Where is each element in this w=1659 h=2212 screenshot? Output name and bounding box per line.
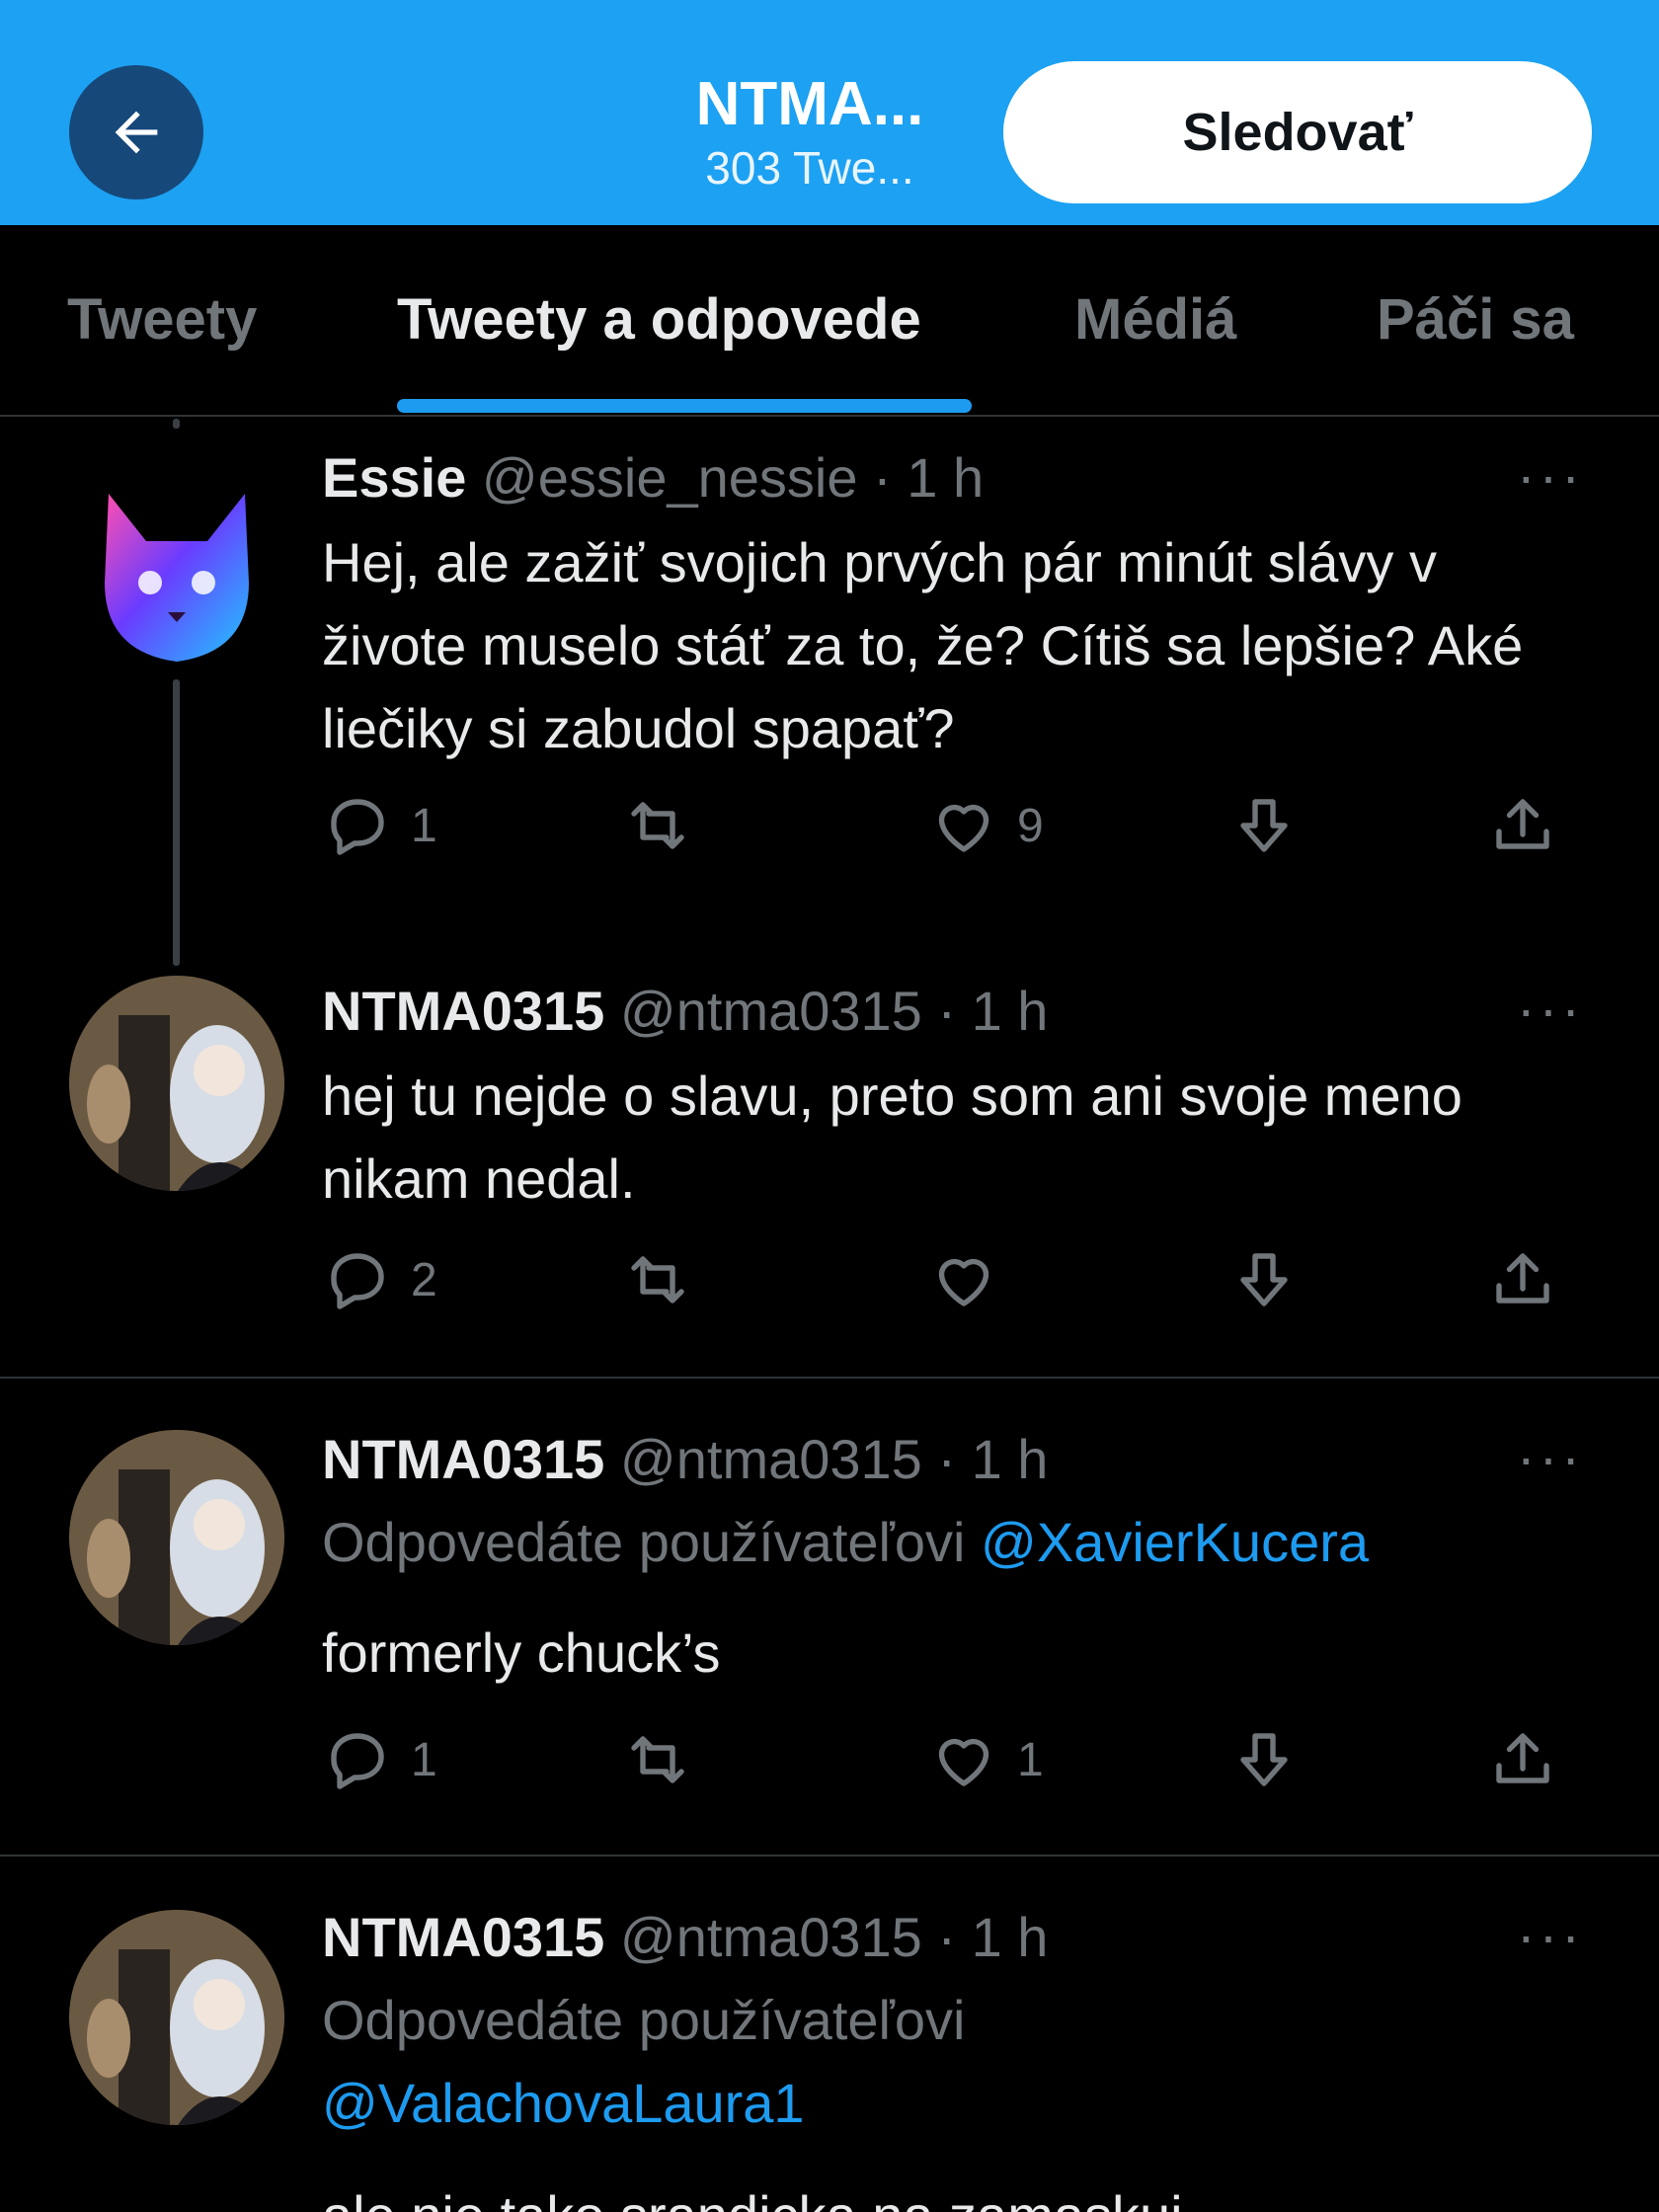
like-count: 9	[1017, 799, 1044, 852]
like-button[interactable]	[928, 1244, 999, 1315]
author-name[interactable]: Essie	[322, 446, 466, 509]
share-button[interactable]	[1487, 790, 1558, 861]
tweet-item[interactable]: NTMA0315 @ntma0315 · 1 h ··· hej tu nejd…	[0, 972, 1659, 1377]
downvote-button[interactable]	[1228, 1724, 1300, 1795]
tweet-meta: NTMA0315 @ntma0315 · 1 h	[322, 1906, 1048, 1969]
reply-button[interactable]: 2	[322, 1244, 437, 1315]
anime-avatar-icon	[69, 976, 284, 1191]
share-icon	[1496, 1253, 1549, 1304]
separator: ·	[937, 1906, 957, 1968]
author-handle[interactable]: @ntma0315	[620, 980, 922, 1042]
separator: ·	[937, 1428, 957, 1490]
profile-name: NTMA...	[695, 70, 924, 138]
retweet-icon	[631, 802, 684, 849]
share-icon	[1496, 1733, 1549, 1783]
avatar[interactable]	[69, 464, 284, 679]
anime-avatar-icon	[69, 1430, 284, 1645]
tab-tweets-and-replies[interactable]: Tweety a odpovede	[397, 286, 921, 353]
replying-to: Odpovedáte používateľovi @ValachovaLaura…	[322, 1979, 1309, 2145]
reply-icon	[331, 1253, 384, 1309]
replying-to-label: Odpovedáte používateľovi	[322, 1511, 966, 1573]
tweet-text: ale nie tako srandicka na zamaskui	[322, 2174, 1596, 2212]
retweet-icon	[631, 1736, 684, 1783]
thread-line-top	[173, 419, 180, 429]
reply-button[interactable]: 1	[322, 1724, 437, 1795]
tab-tweets[interactable]: Tweety	[67, 286, 257, 353]
share-button[interactable]	[1487, 1724, 1558, 1795]
active-tab-indicator	[397, 399, 972, 413]
tab-likes[interactable]: Páči sa	[1377, 286, 1574, 353]
like-button[interactable]: 9	[928, 790, 1044, 861]
replying-to-label: Odpovedáte používateľovi	[322, 1989, 966, 2051]
avatar[interactable]	[69, 1430, 284, 1645]
timestamp[interactable]: 1 h	[972, 1906, 1049, 1968]
more-options-icon[interactable]: ···	[1517, 1908, 1584, 1963]
author-handle[interactable]: @essie_nessie	[482, 446, 858, 509]
reply-count: 1	[411, 1733, 437, 1786]
more-options-icon[interactable]: ···	[1517, 982, 1584, 1037]
heart-icon	[938, 804, 989, 852]
share-button[interactable]	[1487, 1244, 1558, 1315]
tweet-actions: 2	[322, 1244, 1606, 1323]
tweet-actions: 1 9	[322, 790, 1606, 869]
profile-header: NTMA... 303 Twe... Sledovať	[0, 0, 1659, 225]
anime-avatar-icon	[69, 1910, 284, 2125]
reply-button[interactable]: 1	[322, 790, 437, 861]
follow-button[interactable]: Sledovať	[1003, 61, 1592, 203]
tweet-text: formerly chuck’s	[322, 1621, 721, 1684]
downvote-button[interactable]	[1228, 1244, 1300, 1315]
mention-link[interactable]: @ValachovaLaura1	[322, 2072, 805, 2134]
reply-icon	[331, 1733, 384, 1789]
arrow-down-icon	[1240, 1733, 1288, 1786]
timestamp[interactable]: 1 h	[907, 446, 984, 509]
back-button[interactable]	[69, 65, 203, 199]
share-icon	[1496, 799, 1549, 849]
author-name[interactable]: NTMA0315	[322, 1906, 604, 1968]
author-name[interactable]: NTMA0315	[322, 980, 604, 1042]
retweet-button[interactable]	[622, 790, 693, 861]
tweet-text: Hej, ale zažiť svojich prvých pár minút …	[322, 531, 1524, 759]
tweet-meta: Essie @essie_nessie · 1 h	[322, 446, 984, 510]
separator: ·	[873, 446, 892, 509]
tweet-item[interactable]: NTMA0315 @ntma0315 · 1 h ··· Odpovedáte …	[0, 1856, 1659, 2212]
timestamp[interactable]: 1 h	[972, 1428, 1049, 1490]
tweet-count: 303 Twe...	[705, 142, 914, 194]
tab-media[interactable]: Médiá	[1074, 286, 1236, 353]
arrow-down-icon	[1240, 799, 1288, 852]
heart-icon	[938, 1258, 989, 1306]
reply-count: 1	[411, 799, 437, 852]
arrow-left-icon	[115, 111, 158, 154]
author-name[interactable]: NTMA0315	[322, 1428, 604, 1490]
like-button[interactable]: 1	[928, 1724, 1044, 1795]
tweet-item[interactable]: Essie @essie_nessie · 1 h ··· Hej, ale z…	[0, 419, 1659, 972]
retweet-button[interactable]	[622, 1724, 693, 1795]
tweet-text: hej tu nejde o slavu, preto som ani svoj…	[322, 1065, 1462, 1210]
tweet-actions: 1 1	[322, 1724, 1606, 1803]
arrow-down-icon	[1240, 1253, 1288, 1306]
avatar[interactable]	[69, 1910, 284, 2125]
retweet-icon	[631, 1256, 684, 1304]
retweet-button[interactable]	[622, 1244, 693, 1315]
separator: ·	[937, 980, 957, 1042]
replying-to: Odpovedáte používateľovi @XavierKucera	[322, 1501, 1596, 1584]
like-count: 1	[1017, 1733, 1044, 1786]
author-handle[interactable]: @ntma0315	[620, 1906, 922, 1968]
more-options-icon[interactable]: ···	[1517, 448, 1584, 504]
author-handle[interactable]: @ntma0315	[620, 1428, 922, 1490]
mention-link[interactable]: @XavierKucera	[981, 1511, 1369, 1573]
tweet-meta: NTMA0315 @ntma0315 · 1 h	[322, 980, 1048, 1043]
heart-icon	[938, 1738, 989, 1786]
reply-icon	[331, 799, 384, 855]
profile-tabs: Tweety Tweety a odpovede Médiá Páči sa	[0, 225, 1659, 417]
thread-line	[173, 679, 180, 966]
more-options-icon[interactable]: ···	[1517, 1430, 1584, 1485]
tweet-item[interactable]: NTMA0315 @ntma0315 · 1 h ··· Odpovedáte …	[0, 1379, 1659, 1853]
avatar[interactable]	[69, 976, 284, 1191]
downvote-button[interactable]	[1228, 790, 1300, 861]
profile-title-block: NTMA... 303 Twe...	[632, 69, 988, 196]
cat-avatar-icon	[105, 494, 249, 662]
timestamp[interactable]: 1 h	[972, 980, 1049, 1042]
tweet-meta: NTMA0315 @ntma0315 · 1 h	[322, 1428, 1048, 1491]
reply-count: 2	[411, 1253, 437, 1306]
